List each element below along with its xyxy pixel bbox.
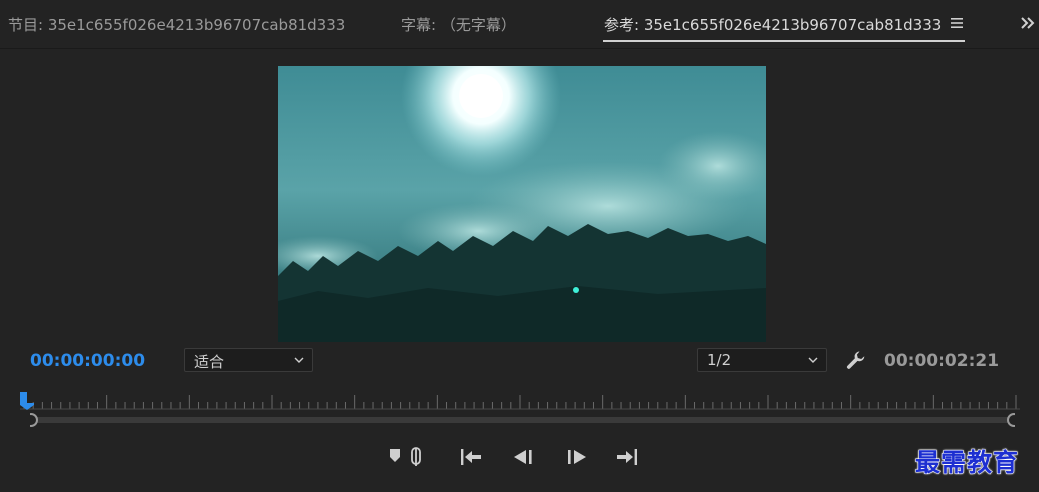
playhead[interactable]	[20, 392, 34, 410]
tab-reference[interactable]: 参考: 35e1c655f026e4213b96707cab81d333	[604, 14, 941, 35]
step-forward-icon[interactable]	[565, 446, 589, 468]
watermark-logo: 最需教育	[914, 448, 1020, 478]
panel-divider	[0, 48, 1039, 49]
scroll-handle-right	[1007, 413, 1015, 427]
go-to-out-icon[interactable]	[614, 446, 640, 468]
scroll-handle-left	[30, 413, 38, 427]
go-to-in-icon[interactable]	[458, 446, 484, 468]
zoom-value: 适合	[194, 353, 225, 371]
panel-tab-bar: 节目: 35e1c655f026e4213b96707cab81d333 字幕:…	[0, 0, 1039, 48]
chevron-down-icon	[808, 357, 818, 363]
zoom-dropdown[interactable]: 适合	[184, 348, 313, 372]
duration-timecode: 00:00:02:21	[884, 351, 1000, 371]
wrench-icon[interactable]	[845, 349, 867, 371]
double-chevron-right-icon[interactable]	[1019, 14, 1037, 32]
video-frame-image	[278, 66, 766, 342]
add-marker-icon[interactable]	[388, 446, 424, 468]
time-ruler[interactable]	[20, 392, 1020, 414]
zoom-scrollbar[interactable]	[30, 413, 1015, 427]
tab-program[interactable]: 节目: 35e1c655f026e4213b96707cab81d333	[8, 14, 345, 35]
ruler-ticks	[20, 395, 1020, 410]
resolution-dropdown[interactable]: 1/2	[697, 348, 827, 372]
step-back-icon[interactable]	[511, 446, 535, 468]
active-tab-indicator	[603, 40, 965, 42]
hamburger-menu-icon[interactable]	[950, 17, 964, 29]
video-preview	[278, 66, 766, 342]
resolution-value: 1/2	[707, 351, 732, 369]
current-timecode[interactable]: 00:00:00:00	[30, 351, 145, 371]
tab-captions[interactable]: 字幕: （无字幕）	[401, 14, 516, 35]
chevron-down-icon	[294, 357, 304, 363]
